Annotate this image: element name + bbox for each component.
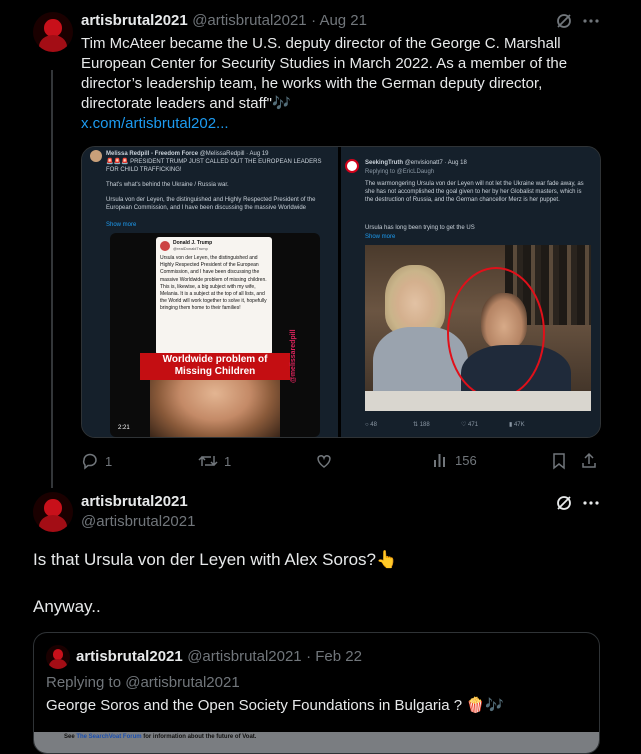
quote-header: artisbrutal2021 @artisbrutal2021 · Feb 2… [76,648,362,666]
post-author: SeekingTruth [365,160,404,166]
photo[interactable] [365,245,591,411]
heart-icon [317,455,331,468]
reply-count: 1 [105,453,113,469]
quote-author-handle: @artisbrutal2021 [187,648,302,665]
tweet2-text: Is that Ursula von der Leyen with Alex S… [33,549,397,571]
replying-to: Replying to @EricLDaugh [365,169,435,175]
media-left-screenshot[interactable]: Melissa Redpill - Freedom Force @Melissa… [82,147,338,437]
post-handle: @MelissaRedpill · Aug 19 [199,151,269,157]
retweet-count: ⇅ 188 [413,422,430,428]
table [365,391,591,411]
like-button[interactable] [315,452,339,470]
post-line1: PRESIDENT TRUMP JUST CALLED OUT THE EURO… [106,159,322,173]
reply-icon [82,453,97,470]
alert-emojis: 🚨🚨🚨 [106,159,129,165]
post-text: The warmongering Ursula von der Leyen wi… [365,181,584,203]
person-woman [385,265,445,335]
quote-date: · Feb 22 [306,648,362,665]
tweet-date[interactable]: · Aug 21 [311,12,367,29]
tweet-body-line1: Is that Ursula von der Leyen with Alex S… [33,550,377,569]
author-handle[interactable]: @artisbrutal2021 [192,12,306,29]
bookmark-button[interactable] [551,452,567,470]
popcorn-music-emoji: 🍿🎶 [466,697,504,714]
truth-post-card: Donald J. Trump @realDonaldTrump Ursula … [156,237,272,355]
music-emoji: 🎶 [272,95,291,112]
show-more-link[interactable]: Show more [365,233,395,241]
retweet-count: 1 [224,453,232,469]
caption-line2: Missing Children [174,366,256,377]
share-icon [582,452,596,468]
post-author: Melissa Redpill - Freedom Force [106,151,199,157]
banner-link: The SearchVoat Forum [76,734,142,740]
avatar [345,159,359,173]
grok-icon[interactable] [555,12,573,30]
post-handle: @envisionatt7 · Aug 18 [404,160,467,166]
bookmark-icon [553,453,565,470]
video-thumbnail[interactable]: Donald J. Trump @realDonaldTrump Ursula … [110,233,320,437]
avatar [90,150,102,162]
post-text2: Ursula has long been trying to get the U… [365,225,475,231]
more-icon[interactable] [582,12,600,30]
reply-count: ○ 48 [365,422,377,428]
author-name[interactable]: artisbrutal2021 [81,493,188,510]
highlight-circle [447,267,545,399]
retweet-icon [198,455,218,467]
tweet-link[interactable]: x.com/artisbrutal202... [81,115,229,132]
avatar [160,241,170,251]
tweet1-text: Tim McAteer became the U.S. deputy direc… [81,34,601,134]
inner-text: Ursula von der Leyen, the distinguished … [160,255,267,312]
quote-text: George Soros and the Open Society Founda… [46,697,504,714]
post-line3: Ursula von der Leyen, the distinguished … [106,197,316,211]
avatar[interactable] [33,12,73,52]
views-count: 156 [455,452,477,468]
like-count: ♡ 471 [461,422,479,428]
share-button[interactable] [580,452,598,470]
caption-line1: Worldwide problem of [162,354,268,365]
view-count: ▮ 47K [509,422,525,428]
post-line2: That's what's behind the Ukraine / Russi… [106,182,229,188]
avatar[interactable] [33,492,73,532]
watermark: @melissaredpill [290,329,297,383]
tweet-body: Tim McAteer became the U.S. deputy direc… [81,35,568,112]
author-handle[interactable]: @artisbrutal2021 [81,513,195,530]
quote-author-name: artisbrutal2021 [76,648,183,665]
grok-icon[interactable] [555,494,573,512]
media-right-screenshot[interactable]: SeekingTruth @envisionatt7 · Aug 18 Repl… [341,147,600,437]
author-name[interactable]: artisbrutal2021 [81,12,188,29]
inner-handle: @realDonaldTrump [173,246,208,251]
quoted-tweet[interactable]: artisbrutal2021 @artisbrutal2021 · Feb 2… [33,632,600,754]
retweet-button[interactable]: 1 [198,452,231,470]
caption-box: Worldwide problem of Missing Children [140,353,290,380]
avatar [46,645,70,669]
pointing-emoji: 👆 [376,550,398,569]
tweet-body-line2: Anyway.. [33,597,101,616]
more-icon[interactable] [582,494,600,512]
video-duration: 2:21 [118,425,130,431]
views-button[interactable]: 156 [433,452,477,468]
views-icon [434,454,445,467]
quote-media-banner: See The SearchVoat Forum for information… [34,732,599,753]
quote-replying-to: Replying to @artisbrutal2021 [46,674,240,691]
media-attachment[interactable]: Melissa Redpill - Freedom Force @Melissa… [81,146,601,438]
thread-connector [51,70,53,488]
reply-button[interactable]: 1 [81,452,112,470]
tweet1-header: artisbrutal2021 @artisbrutal2021 · Aug 2… [81,12,367,30]
show-more-link[interactable]: Show more [106,221,136,229]
